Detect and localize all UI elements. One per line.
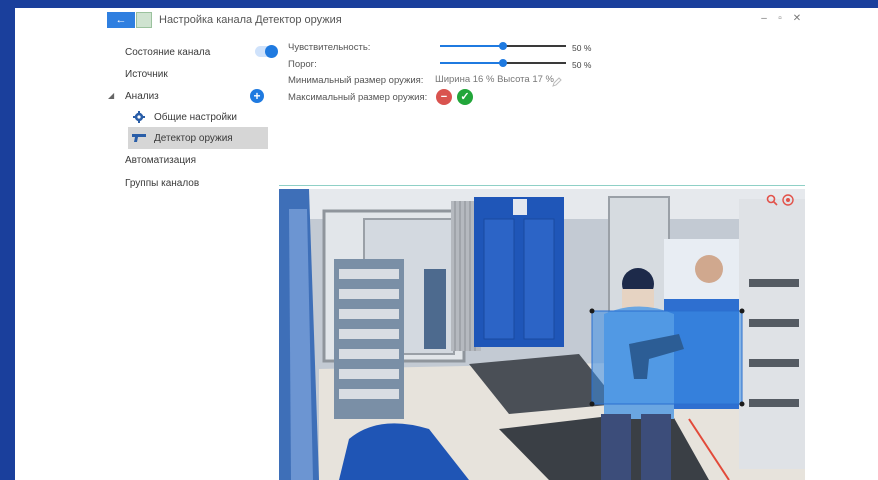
slider-thumb[interactable] — [499, 42, 507, 50]
pencil-icon[interactable] — [552, 74, 562, 92]
sidebar-item-source[interactable]: Источник — [125, 69, 168, 80]
slider-thumb[interactable] — [499, 59, 507, 67]
app-window: ← Настройка канала Детектор оружия – ▫ ✕… — [15, 8, 878, 480]
zoom-icon[interactable] — [766, 193, 778, 211]
threshold-slider[interactable] — [440, 57, 566, 69]
maximize-button[interactable]: ▫ — [773, 13, 787, 24]
divider — [279, 185, 805, 186]
threshold-value: 50 % — [572, 60, 592, 70]
sidebar-item-channel-state[interactable]: Состояние канала — [125, 47, 210, 58]
collapse-arrow-icon[interactable]: ◢ — [108, 91, 114, 100]
sidebar-item-general-settings[interactable]: Общие настройки — [128, 106, 268, 128]
app-icon — [136, 12, 152, 28]
arrow-left-icon: ← — [115, 14, 127, 26]
minus-icon: − — [440, 91, 448, 103]
sensitivity-slider[interactable] — [440, 40, 566, 52]
sidebar-item-channel-groups[interactable]: Группы каналов — [125, 178, 199, 189]
camera-frame-image — [279, 189, 805, 480]
sidebar-item-label: Общие настройки — [154, 111, 237, 123]
sidebar-item-automation[interactable]: Автоматизация — [125, 155, 196, 166]
back-button[interactable]: ← — [107, 12, 135, 28]
cancel-button[interactable]: − — [436, 89, 452, 105]
channel-state-toggle[interactable] — [255, 45, 278, 58]
title-bar: ← Настройка канала Детектор оружия – ▫ ✕ — [15, 8, 878, 32]
gear-icon — [128, 111, 150, 123]
confirm-button[interactable]: ✓ — [457, 89, 473, 105]
camera-view[interactable] — [279, 189, 805, 480]
check-icon: ✓ — [460, 91, 470, 103]
plus-icon: + — [253, 89, 261, 103]
min-size-label: Минимальный размер оружия: — [288, 75, 424, 86]
record-icon[interactable] — [782, 193, 794, 211]
close-button[interactable]: ✕ — [790, 13, 804, 24]
minimize-button[interactable]: – — [757, 13, 771, 24]
sensitivity-label: Чувствительность: — [288, 42, 371, 53]
threshold-label: Порог: — [288, 59, 317, 70]
sidebar-item-analysis[interactable]: Анализ — [125, 91, 159, 102]
toggle-knob — [265, 45, 278, 58]
gun-icon — [128, 133, 150, 143]
window-title: Настройка канала Детектор оружия — [159, 14, 342, 26]
sidebar-item-label: Детектор оружия — [154, 132, 233, 144]
min-size-value: Ширина 16 % Высота 17 % — [435, 74, 554, 85]
max-size-label: Максимальный размер оружия: — [288, 92, 428, 103]
add-analysis-button[interactable]: + — [250, 89, 264, 103]
sidebar-item-weapon-detector[interactable]: Детектор оружия — [128, 127, 268, 149]
sensitivity-value: 50 % — [572, 43, 592, 53]
